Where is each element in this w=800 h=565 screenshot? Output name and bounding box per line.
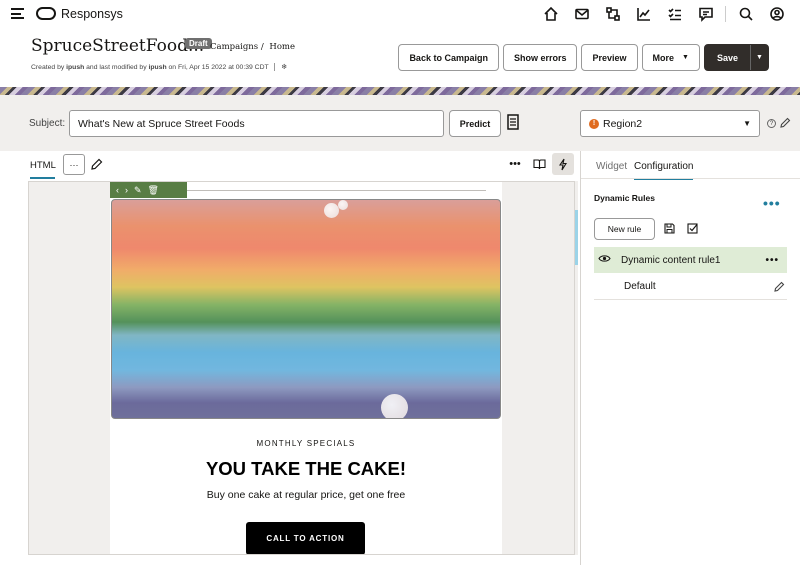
tasks-icon[interactable] (659, 4, 690, 24)
more-options-button[interactable]: ··· (63, 154, 85, 175)
breadcrumb-home[interactable]: Home (269, 42, 295, 52)
breadcrumb-campaigns[interactable]: Campaigns / (210, 42, 264, 52)
subject-input[interactable]: What's New at Spruce Street Foods (69, 110, 444, 137)
status-badge: Draft (185, 38, 212, 49)
email-subline: Buy one cake at regular price, get one f… (206, 489, 406, 501)
analytics-icon[interactable] (628, 4, 659, 24)
show-errors-button[interactable]: Show errors (502, 44, 578, 71)
breadcrumb: Campaigns / Home (210, 42, 298, 52)
brand-name: Responsys (61, 7, 123, 21)
scrollbar-thumb[interactable] (575, 210, 578, 265)
routes-icon[interactable] (597, 4, 628, 24)
eye-icon[interactable] (598, 254, 611, 266)
divider (725, 6, 726, 22)
oracle-logo-icon (36, 7, 56, 20)
edit-pencil-icon[interactable]: ✎ (134, 185, 142, 196)
top-nav-icons (535, 4, 792, 24)
chevron-down-icon: ▼ (743, 119, 751, 128)
region-value: Region2 (603, 117, 643, 130)
document-icon[interactable] (507, 114, 519, 130)
predict-button[interactable]: Predict (449, 110, 501, 137)
save-button[interactable]: Save ▼ (703, 44, 769, 71)
user-icon[interactable] (761, 4, 792, 24)
modified-meta: Created by ipush and last modified by ip… (31, 63, 287, 72)
mail-icon[interactable] (566, 4, 597, 24)
page-header: SpruceStreetFood... Draft Campaigns / Ho… (0, 28, 800, 87)
page-title: SpruceStreetFood... (31, 36, 205, 56)
new-rule-button[interactable]: New rule (594, 218, 655, 240)
more-options-icon[interactable]: ••• (763, 195, 781, 211)
edit-pencil-icon[interactable] (774, 281, 785, 292)
back-to-campaign-button[interactable]: Back to Campaign (398, 44, 499, 71)
modified-date: on Fri, Apr 15 2022 at 00:39 CDT (168, 64, 269, 71)
meta-prefix: Created by (31, 64, 65, 71)
subject-label: Subject: (29, 118, 66, 129)
caret-down-icon: ▼ (682, 54, 689, 61)
messages-icon[interactable] (690, 4, 721, 24)
dynamic-rules-title: Dynamic Rules (594, 193, 655, 203)
save-icon[interactable] (664, 223, 675, 234)
preview-button[interactable]: Preview (581, 44, 638, 71)
chevron-left-icon[interactable]: ‹ (116, 185, 119, 195)
checkbox-icon[interactable] (687, 223, 698, 234)
save-button-label: Save (716, 52, 738, 63)
warning-icon: ! (589, 118, 599, 129)
more-horizontal-icon[interactable]: ••• (765, 255, 779, 266)
created-by: ipush (66, 64, 85, 71)
more-button-label: More (652, 52, 675, 63)
header-actions: Back to Campaign Show errors Preview Mor… (398, 44, 769, 71)
editor-toolbar: HTML ··· ••• (0, 151, 578, 181)
more-button[interactable]: More ▼ (641, 44, 700, 71)
tab-html[interactable]: HTML (30, 160, 56, 179)
rule-row-dynamic-content-rule1[interactable]: Dynamic content rule1 ••• (594, 247, 787, 273)
email-kicker: MONTHLY SPECIALS (256, 439, 356, 448)
book-icon[interactable] (528, 153, 550, 175)
divider (581, 178, 800, 179)
rule-row-default[interactable]: Default (594, 274, 787, 300)
email-canvas: ‹ › ✎ 🗑 MONTHLY SPECIALS YOU TAKE THE CA… (28, 181, 575, 555)
modified-by: ipush (148, 64, 167, 71)
bubble-decoration (381, 394, 408, 418)
bubble-decoration (338, 200, 348, 210)
block-toolbar: ‹ › ✎ 🗑 (110, 182, 187, 198)
region-select[interactable]: ! Region2 ▼ (580, 110, 760, 137)
search-icon[interactable] (730, 4, 761, 24)
top-bar: Responsys (0, 0, 800, 28)
snowflake-icon[interactable]: ❄ (281, 64, 287, 71)
email-headline: YOU TAKE THE CAKE! (205, 458, 407, 479)
call-to-action-button[interactable]: CALL TO ACTION (246, 522, 365, 554)
more-horizontal-icon[interactable]: ••• (504, 153, 526, 175)
editor-actions: ••• (504, 153, 574, 175)
save-options-caret-icon[interactable]: ▼ (750, 45, 768, 70)
hamburger-menu-icon[interactable] (11, 8, 24, 19)
rule-label: Dynamic content rule1 (621, 254, 721, 266)
bubble-decoration (324, 203, 339, 218)
trash-icon[interactable]: 🗑 (148, 185, 159, 196)
tab-widget[interactable]: Widget (596, 161, 627, 172)
default-label: Default (624, 281, 656, 292)
lightning-icon[interactable] (552, 153, 574, 175)
subject-row: Subject: What's New at Spruce Street Foo… (0, 95, 800, 151)
email-body: ‹ › ✎ 🗑 MONTHLY SPECIALS YOU TAKE THE CA… (110, 182, 502, 554)
hero-image[interactable] (111, 199, 501, 419)
home-icon[interactable] (535, 4, 566, 24)
edit-pencil-icon[interactable] (91, 158, 103, 170)
configuration-panel: Widget Configuration Dynamic Rules ••• N… (580, 151, 800, 565)
edit-pencil-icon[interactable] (780, 117, 791, 128)
chevron-right-icon[interactable]: › (125, 185, 128, 195)
help-icon[interactable]: ? (767, 119, 776, 128)
divider (274, 63, 276, 72)
meta-mid: and last modified by (86, 64, 147, 71)
decorative-pattern-strip (0, 87, 800, 95)
